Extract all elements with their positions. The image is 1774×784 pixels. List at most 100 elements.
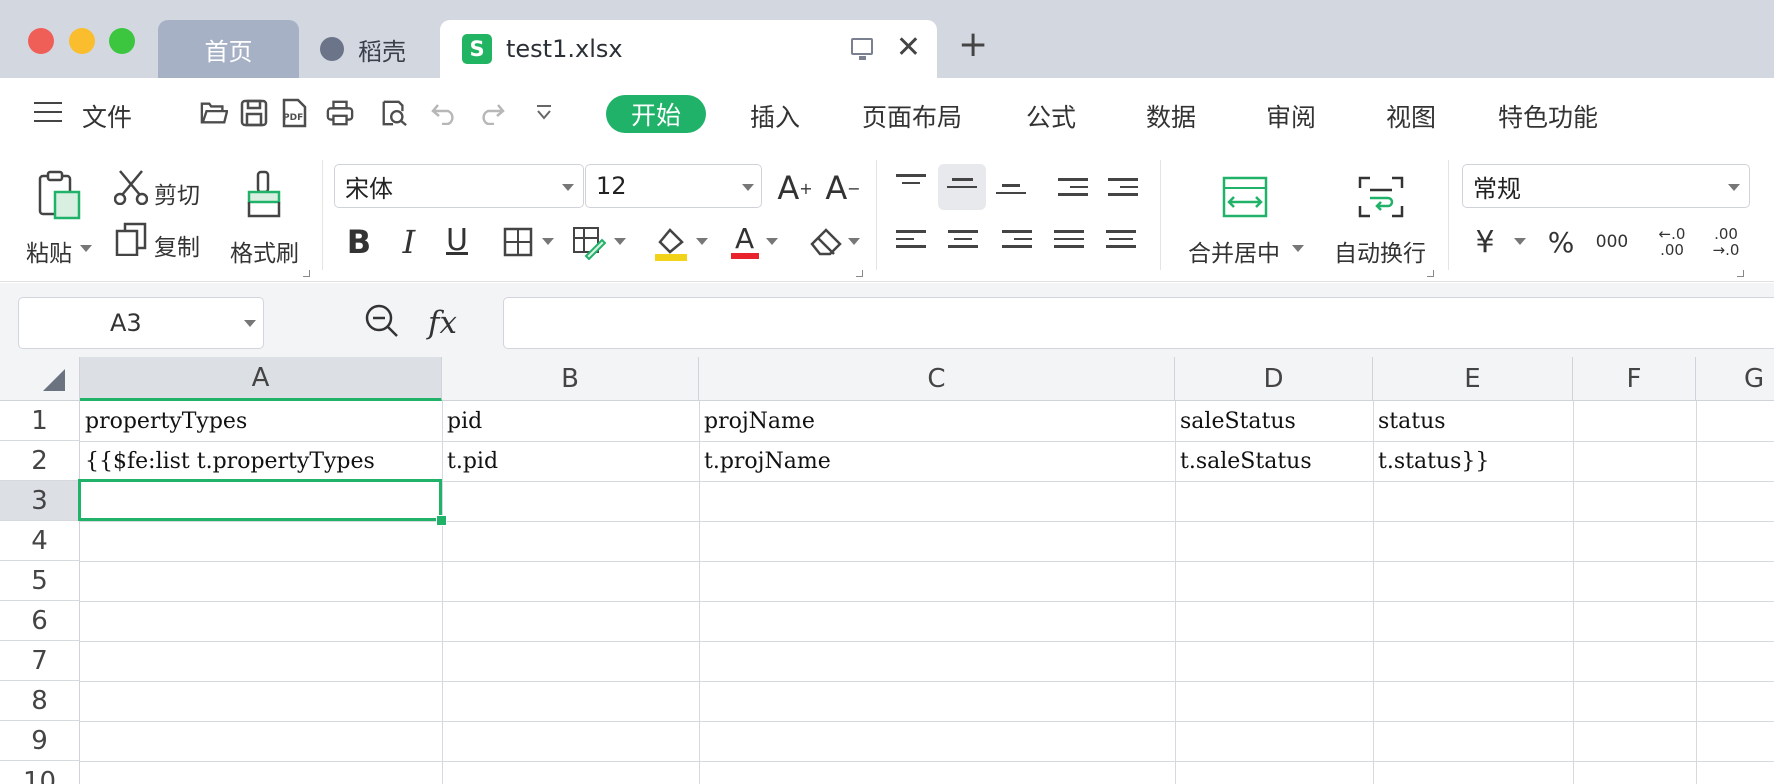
align-right-icon[interactable] [1002, 230, 1032, 254]
menu-tab-review[interactable]: 审阅 [1266, 98, 1316, 134]
cell-e1[interactable]: status [1373, 401, 1573, 441]
cell-a1[interactable]: propertyTypes [80, 401, 442, 441]
row-header[interactable]: 5 [0, 561, 80, 601]
font-size-select[interactable]: 12 [585, 164, 762, 208]
row-header[interactable]: 10 [0, 761, 80, 784]
name-box[interactable]: A3 [18, 297, 264, 349]
row-header[interactable]: 8 [0, 681, 80, 721]
name-box-caret[interactable] [244, 320, 256, 327]
number-format-select[interactable]: 常规 [1462, 164, 1750, 208]
increase-decimal-icon[interactable]: ←.0 .00 [1652, 222, 1692, 262]
format-painter-icon[interactable] [244, 170, 284, 220]
insert-function-icon[interactable]: fx [428, 305, 457, 341]
column-header-c[interactable]: C [699, 357, 1175, 401]
print-preview-icon[interactable] [380, 100, 408, 127]
copy-icon[interactable] [114, 222, 148, 256]
cell-style-icon[interactable] [572, 226, 606, 260]
merge-center-icon[interactable] [1222, 176, 1268, 218]
undo-icon[interactable] [430, 100, 458, 126]
cut-button[interactable]: 剪切 [154, 176, 200, 210]
font-name-caret[interactable] [562, 184, 574, 191]
wrap-text-button[interactable]: 自动换行 [1334, 234, 1426, 268]
clipboard-dialog-launcher[interactable] [303, 270, 310, 277]
thousands-separator-icon[interactable]: 000 [1592, 226, 1632, 258]
close-window-button[interactable] [28, 28, 54, 54]
eraser-icon[interactable] [808, 226, 844, 258]
new-tab-button[interactable]: + [958, 24, 988, 65]
align-top-icon[interactable] [896, 174, 926, 198]
align-middle-button[interactable] [938, 164, 986, 210]
close-tab-icon[interactable]: ✕ [896, 30, 921, 65]
menu-file[interactable]: 文件 [82, 98, 132, 134]
menu-tab-formula[interactable]: 公式 [1026, 98, 1076, 134]
font-name-select[interactable]: 宋体 [334, 164, 584, 208]
cell-d2[interactable]: t.saleStatus [1175, 441, 1373, 481]
column-header-d[interactable]: D [1175, 357, 1373, 401]
align-bottom-icon[interactable] [996, 184, 1026, 208]
hamburger-menu-icon[interactable] [34, 102, 62, 122]
row-header[interactable]: 4 [0, 521, 80, 561]
tab-daoke[interactable]: 稻壳 [310, 20, 440, 78]
row-header[interactable]: 9 [0, 721, 80, 761]
font-color-caret[interactable] [766, 238, 778, 245]
align-left-icon[interactable] [896, 230, 926, 254]
bold-icon[interactable]: B [344, 222, 374, 262]
active-cell-a3[interactable] [78, 479, 442, 521]
column-header-b[interactable]: B [442, 357, 699, 401]
row-header[interactable]: 6 [0, 601, 80, 641]
tab-document[interactable]: S test1.xlsx ✕ [440, 20, 937, 78]
distributed-align-icon[interactable] [1106, 230, 1136, 254]
column-header-f[interactable]: F [1573, 357, 1696, 401]
corner-cell[interactable] [0, 357, 80, 401]
scissors-icon[interactable] [114, 170, 148, 205]
currency-icon[interactable]: ¥ [1470, 222, 1500, 262]
percent-icon[interactable]: % [1546, 224, 1576, 260]
minimize-window-button[interactable] [69, 28, 95, 54]
menu-tab-data[interactable]: 数据 [1146, 98, 1196, 134]
wrap-text-icon[interactable] [1358, 176, 1404, 218]
increase-font-size-icon[interactable]: A + [776, 168, 814, 208]
menu-tab-insert[interactable]: 插入 [750, 98, 800, 134]
cell-e2[interactable]: t.status}} [1373, 441, 1573, 481]
cell-c2[interactable]: t.projName [699, 441, 1175, 481]
save-icon[interactable] [240, 99, 268, 127]
italic-icon[interactable]: I [394, 222, 424, 262]
cell-d1[interactable]: saleStatus [1175, 401, 1373, 441]
zoom-search-icon[interactable] [364, 303, 400, 339]
merge-center-button[interactable]: 合并居中 [1188, 234, 1280, 268]
decrease-decimal-icon[interactable]: .00 →.0 [1706, 222, 1746, 262]
paste-button[interactable]: 粘贴 [26, 234, 72, 268]
fill-color-icon[interactable] [654, 226, 688, 262]
decrease-font-size-icon[interactable]: A − [824, 168, 862, 208]
menu-tab-page-layout[interactable]: 页面布局 [862, 98, 962, 134]
align-center-icon[interactable] [948, 230, 978, 254]
row-header[interactable]: 3 [0, 481, 80, 521]
column-header-e[interactable]: E [1373, 357, 1573, 401]
underline-icon[interactable]: U [442, 220, 472, 260]
number-dialog-launcher[interactable] [1737, 270, 1744, 277]
row-header[interactable]: 7 [0, 641, 80, 681]
monitor-icon[interactable] [851, 38, 873, 60]
format-painter-button[interactable]: 格式刷 [230, 234, 299, 268]
number-format-caret[interactable] [1728, 184, 1740, 191]
font-size-caret[interactable] [742, 184, 754, 191]
decrease-indent-icon[interactable] [1058, 178, 1088, 202]
menu-tab-special[interactable]: 特色功能 [1498, 98, 1598, 134]
font-dialog-launcher[interactable] [856, 270, 863, 277]
column-header-a[interactable]: A [80, 357, 442, 401]
cell-a2[interactable]: {{$fe:list t.propertyTypes [80, 441, 442, 481]
cell-c1[interactable]: projName [699, 401, 1175, 441]
row-header[interactable]: 2 [0, 441, 80, 481]
paste-dropdown-caret[interactable] [80, 245, 92, 252]
menu-tab-start[interactable]: 开始 [606, 95, 706, 133]
clear-caret[interactable] [848, 238, 860, 245]
paste-icon[interactable] [36, 170, 84, 220]
borders-caret[interactable] [542, 238, 554, 245]
alignment-dialog-launcher[interactable] [1427, 270, 1434, 277]
column-header-g[interactable]: G [1696, 357, 1774, 401]
menu-tab-view[interactable]: 视图 [1386, 98, 1436, 134]
borders-icon[interactable] [502, 226, 534, 258]
merge-center-caret[interactable] [1292, 245, 1304, 252]
font-color-icon[interactable]: A [730, 222, 760, 262]
fill-color-caret[interactable] [696, 238, 708, 245]
